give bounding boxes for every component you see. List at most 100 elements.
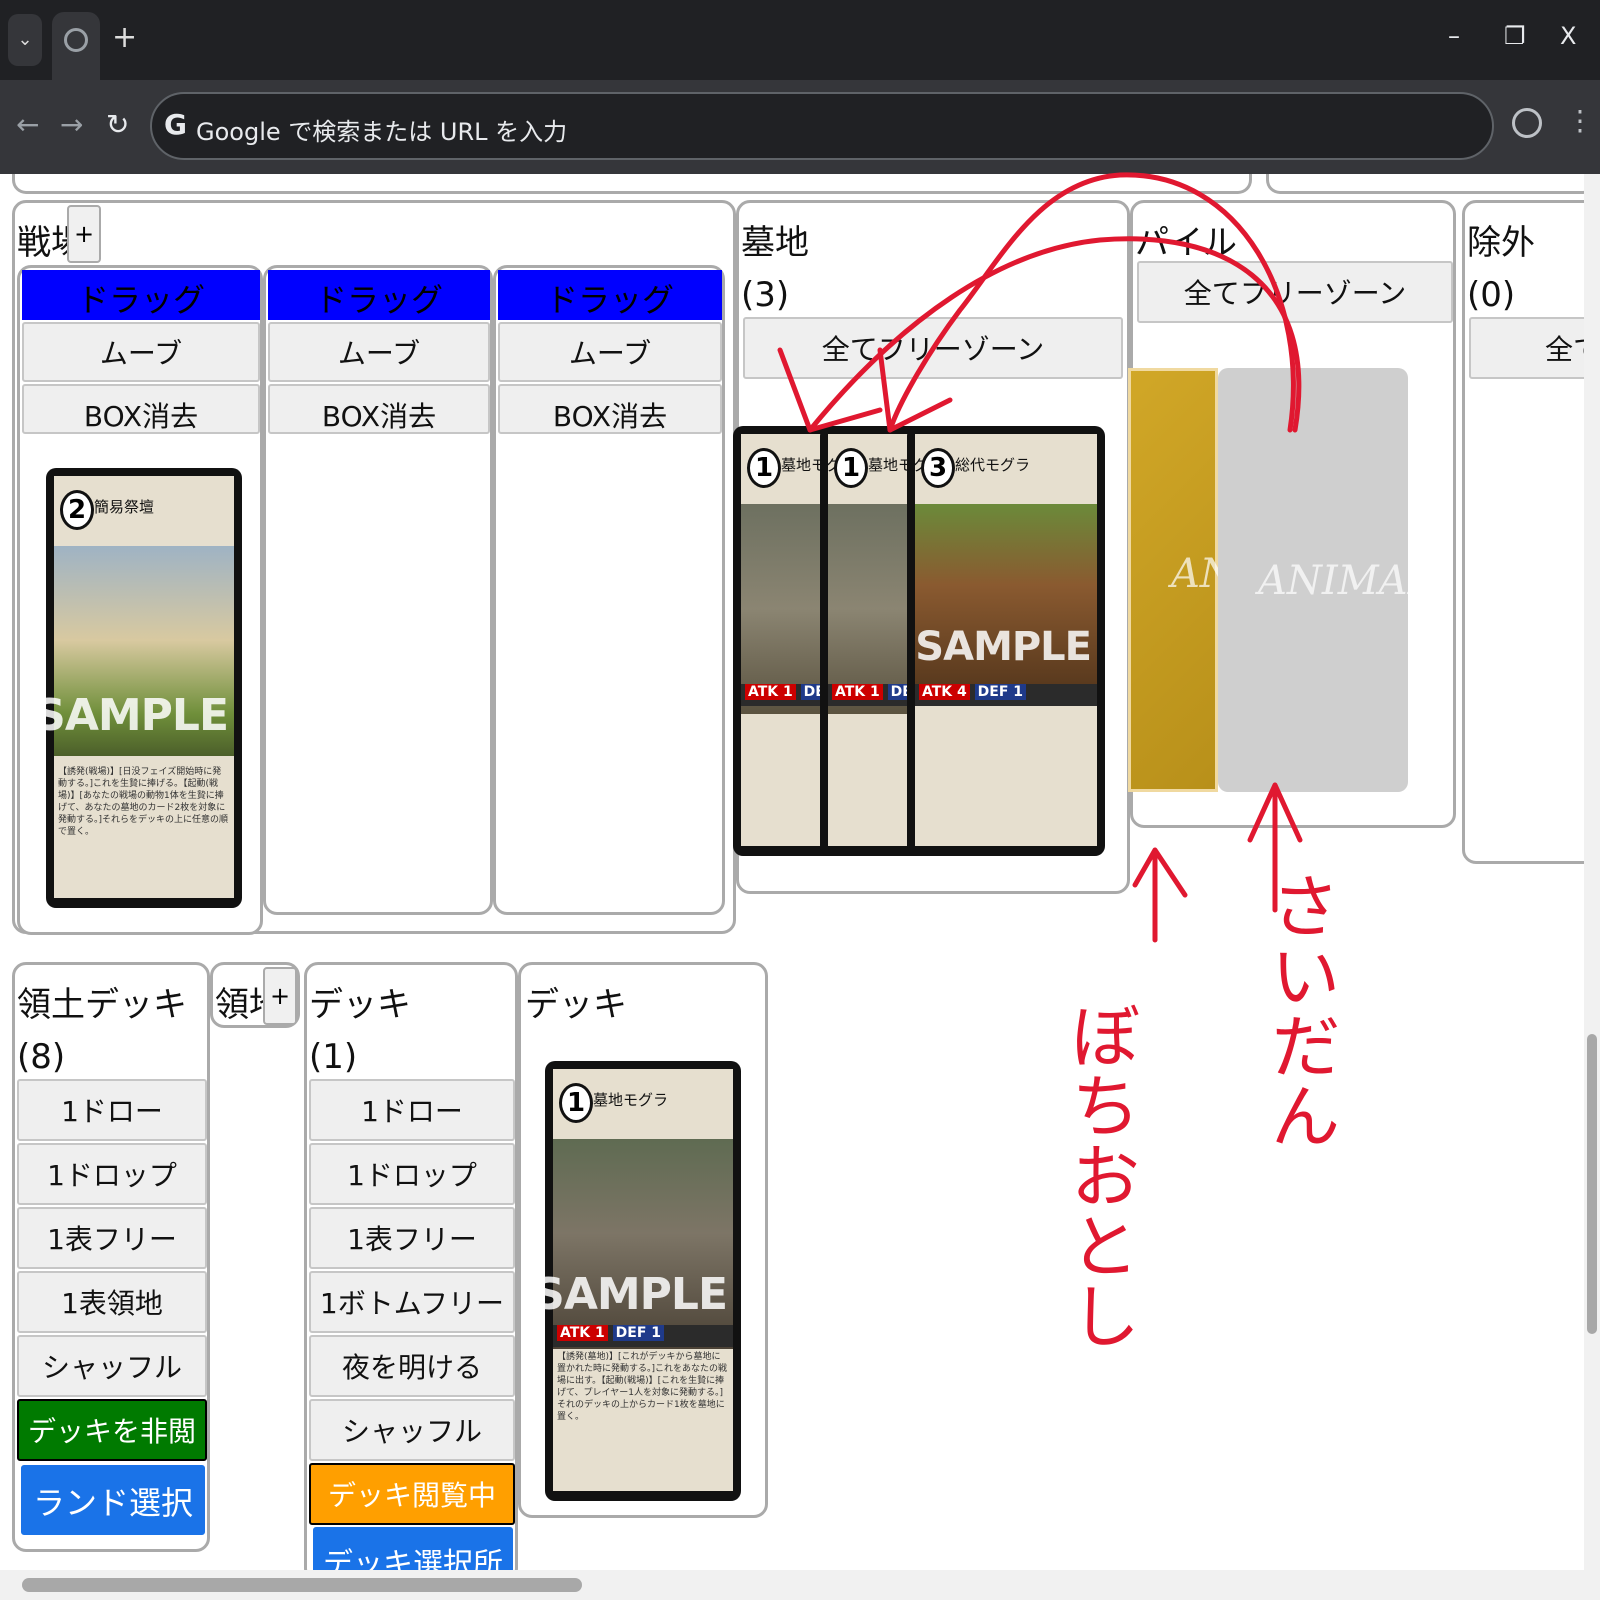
card[interactable]: 3 総代モグラ SAMPLE ATK 4 DEF 1 [907, 426, 1105, 856]
card-cost: 3 [921, 448, 955, 488]
zone-title: デッキ [309, 985, 411, 1025]
close-button[interactable]: X [1560, 22, 1576, 50]
battlefield-box: ドラッグ ムーブ BOX消去 2 簡易祭壇 SAMPLE 【誘発(戦場)】[日没… [17, 265, 263, 935]
end-night-button[interactable]: 夜を明ける [309, 1335, 515, 1397]
address-placeholder: Google で検索または URL を入力 [196, 118, 568, 146]
upper-zone-edge [12, 174, 1252, 194]
zone-title: デッキ [525, 985, 627, 1025]
atk-value: ATK 4 [919, 684, 970, 700]
google-icon: G [164, 108, 187, 141]
card[interactable]: 2 簡易祭壇 SAMPLE 【誘発(戦場)】[日没フェイズ開始時に発動する。]こ… [46, 468, 242, 908]
drop-one-button[interactable]: 1ドロップ [17, 1143, 207, 1205]
profile-icon[interactable] [1512, 108, 1542, 138]
exile-zone: 除外 (0) 全て [1462, 200, 1584, 864]
forward-arrow-icon[interactable]: → [60, 108, 83, 141]
globe-icon [64, 28, 88, 52]
sample-watermark: SAMPLE [915, 624, 1092, 670]
browser-tab[interactable] [52, 12, 100, 80]
card-sleeve-gray[interactable]: ANIMAL [1218, 368, 1434, 792]
zone-title: 領土デッキ [17, 985, 187, 1025]
card-cost: 1 [559, 1083, 593, 1123]
deck-hidden-toggle[interactable]: デッキを非閲覧中 [17, 1399, 207, 1510]
atk-value: ATK 1 [832, 684, 883, 700]
zone-count: (0) [1467, 275, 1516, 315]
card-name: 総代モグラ [955, 456, 1031, 474]
vertical-scrollbar[interactable] [1584, 174, 1600, 1570]
zone-title: 墓地 [741, 223, 809, 263]
card-name: 簡易祭壇 [94, 498, 155, 516]
battlefield-box: ドラッグ ムーブ BOX消去 [493, 265, 725, 915]
atk-value: ATK 1 [745, 684, 796, 700]
shuffle-button[interactable]: シャッフル [309, 1399, 515, 1461]
add-box-button[interactable]: + [263, 967, 297, 1025]
def-value: DEF 1 [612, 1325, 665, 1341]
shuffle-button[interactable]: シャッフル [17, 1335, 207, 1397]
drag-handle[interactable]: ドラッグ [22, 270, 260, 320]
reveal-free-button[interactable]: 1表フリー [309, 1207, 515, 1269]
horizontal-scrollbar[interactable] [0, 1570, 1600, 1600]
all-to-free-zone-button[interactable]: 全てフリーゾーン [743, 317, 1123, 379]
sleeve-logo: ANIMAL [1258, 558, 1435, 604]
card-cost: 2 [60, 490, 94, 530]
card-face: 2 簡易祭壇 SAMPLE 【誘発(戦場)】[日没フェイズ開始時に発動する。]こ… [46, 476, 234, 898]
move-button[interactable]: ムーブ [22, 322, 260, 382]
back-arrow-icon[interactable]: ← [16, 108, 39, 141]
delete-box-button[interactable]: BOX消去 [22, 384, 260, 434]
add-box-button[interactable]: + [67, 205, 101, 263]
def-value: DEF 1 [974, 684, 1027, 700]
delete-box-button[interactable]: BOX消去 [498, 384, 722, 434]
drag-handle[interactable]: ドラッグ [268, 270, 490, 320]
atk-value: ATK 1 [557, 1325, 608, 1341]
upper-zone-edge [1266, 174, 1584, 194]
all-to-free-zone-button[interactable]: 全てフリーゾーン [1137, 261, 1453, 323]
game-board: 戦場 + ドラッグ ムーブ BOX消去 2 簡易祭壇 SAMPLE 【誘発(戦場… [0, 174, 1584, 1570]
all-to-free-zone-button[interactable]: 全て [1469, 317, 1584, 379]
delete-box-button[interactable]: BOX消去 [268, 384, 490, 434]
new-tab-button[interactable]: + [112, 20, 137, 56]
card-stats: ATK 1 DEF 1 [553, 1325, 733, 1347]
sample-watermark: SAMPLE [46, 690, 229, 741]
reveal-territory-button[interactable]: 1表領地 [17, 1271, 207, 1333]
drop-one-button[interactable]: 1ドロップ [309, 1143, 515, 1205]
deck-viewing-toggle[interactable]: デッキ閲覧中 [309, 1463, 515, 1525]
card-face: 1 墓地モグラ SAMPLE ATK 1 DEF 1 【誘発(墓地)】[これがデ… [545, 1069, 733, 1491]
reload-icon[interactable]: ↻ [106, 108, 129, 141]
bottom-free-button[interactable]: 1ボトムフリー [309, 1271, 515, 1333]
zone-title: パイル [1135, 223, 1237, 263]
territory-zone: 領地 + [210, 962, 300, 1028]
deck-zone: デッキ (1) 1ドロー 1ドロップ 1表フリー 1ボトムフリー 夜を明ける シ… [304, 962, 518, 1570]
card-stats: ATK 4 DEF 1 [915, 684, 1097, 706]
battlefield-zone: 戦場 + ドラッグ ムーブ BOX消去 2 簡易祭壇 SAMPLE 【誘発(戦場… [12, 200, 736, 935]
reveal-free-button[interactable]: 1表フリー [17, 1207, 207, 1269]
zone-count: (3) [741, 275, 790, 315]
sample-watermark: SAMPLE [545, 1269, 728, 1320]
card-cost: 1 [834, 448, 868, 488]
zone-count: (1) [309, 1037, 358, 1077]
card-name: 墓地モグラ [593, 1091, 669, 1109]
menu-icon[interactable]: ⋮ [1566, 104, 1594, 137]
zone-title: 除外 [1467, 223, 1535, 263]
deck-select-button[interactable]: デッキ選択所 [313, 1527, 513, 1570]
card-sleeve-gold[interactable]: ANIMAL [1128, 368, 1347, 792]
card-text: 【誘発(墓地)】[これがデッキから墓地に置かれた時に発動する。]これをあなたの戦… [557, 1352, 728, 1422]
minimize-button[interactable]: – [1448, 22, 1460, 50]
card-text: 【誘発(戦場)】[日没フェイズ開始時に発動する。]これを生贄に捧げる。【起動(戦… [58, 767, 229, 837]
draw-one-button[interactable]: 1ドロー [309, 1079, 515, 1141]
card-face: 3 総代モグラ SAMPLE ATK 4 DEF 1 [915, 434, 1097, 846]
scrollbar-thumb[interactable] [22, 1578, 582, 1592]
restore-button[interactable]: ❐ [1504, 22, 1526, 50]
draw-one-button[interactable]: 1ドロー [17, 1079, 207, 1141]
card-cost: 1 [747, 448, 781, 488]
move-button[interactable]: ムーブ [498, 322, 722, 382]
land-select-button[interactable]: ランド選択 [21, 1465, 205, 1535]
browser-toolbar: ← → ↻ G Google で検索または URL を入力 ⋮ [0, 80, 1600, 174]
browser-tab-strip: ⌄ + – ❐ X [0, 0, 1600, 80]
card[interactable]: 1 墓地モグラ SAMPLE ATK 1 DEF 1 【誘発(墓地)】[これがデ… [545, 1061, 741, 1501]
scrollbar-thumb[interactable] [1587, 1034, 1597, 1334]
address-bar[interactable]: G Google で検索または URL を入力 [150, 92, 1494, 160]
move-button[interactable]: ムーブ [268, 322, 490, 382]
chevron-down-icon[interactable]: ⌄ [8, 14, 42, 66]
zone-count: (8) [17, 1037, 66, 1077]
battlefield-box: ドラッグ ムーブ BOX消去 [263, 265, 493, 915]
drag-handle[interactable]: ドラッグ [498, 270, 722, 320]
